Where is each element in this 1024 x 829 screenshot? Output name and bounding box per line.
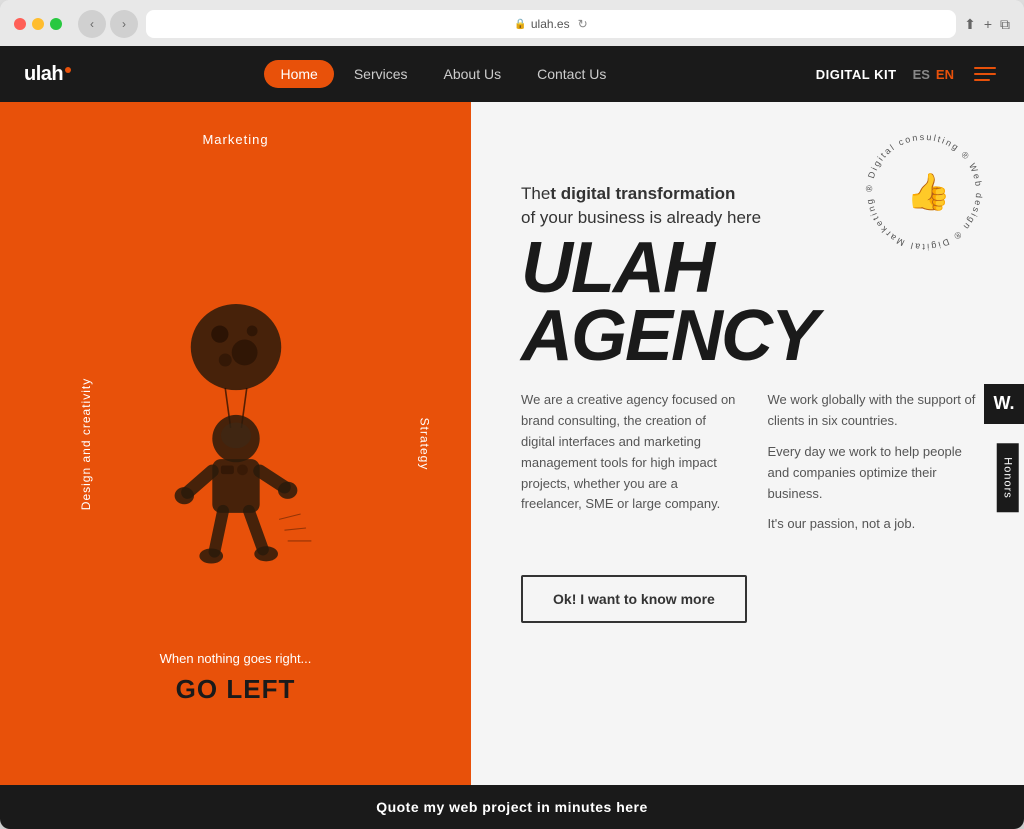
go-left-text: GO LEFT xyxy=(160,674,312,705)
browser-dots xyxy=(14,18,62,30)
nav-about[interactable]: About Us xyxy=(428,60,518,88)
desc-text-2a: We work globally with the support of cli… xyxy=(768,390,984,432)
hamburger-line-3 xyxy=(974,79,990,81)
address-bar[interactable]: 🔒 ulah.es ↻ xyxy=(146,10,956,38)
digital-kit-label[interactable]: DIGITAL KIT xyxy=(816,67,897,82)
lock-icon: 🔒 xyxy=(514,19,526,30)
w-badge[interactable]: W. xyxy=(984,384,1024,424)
logo-text: ulah xyxy=(24,63,63,86)
logo-dot xyxy=(65,67,71,73)
strategy-text: Strategy xyxy=(418,417,432,470)
astronaut-illustration xyxy=(126,304,346,584)
hero-description: We are a creative agency focused on bran… xyxy=(521,390,984,535)
website: ulah Home Services About Us Contact Us D… xyxy=(0,46,1024,829)
honors-label: Honors xyxy=(1001,457,1013,498)
nav-right: DIGITAL KIT ES EN xyxy=(816,63,1000,85)
nav-links: Home Services About Us Contact Us xyxy=(264,60,622,88)
cta-button[interactable]: Ok! I want to know more xyxy=(521,575,747,623)
hero-subtitle-bold: t digital transformation xyxy=(550,184,735,203)
navbar: ulah Home Services About Us Contact Us D… xyxy=(0,46,1024,102)
thumbs-up-icon: 👍 xyxy=(906,171,951,212)
new-tab-button[interactable]: + xyxy=(984,16,992,32)
desc-col-1: We are a creative agency focused on bran… xyxy=(521,390,737,535)
desc-text-2c: It's our passion, not a job. xyxy=(768,514,984,535)
logo[interactable]: ulah xyxy=(24,63,71,86)
circular-text-svg: ® Digital consulting ® Web design ® Digi… xyxy=(854,122,994,262)
nav-services[interactable]: Services xyxy=(338,60,424,88)
share-button[interactable]: ⬆ xyxy=(964,16,976,33)
tagline-text: When nothing goes right... xyxy=(160,651,312,666)
desc-text-2b: Every day we work to help people and com… xyxy=(768,442,984,504)
marketing-text: Marketing xyxy=(202,132,268,147)
hamburger-menu[interactable] xyxy=(970,63,1000,85)
hamburger-line-1 xyxy=(974,67,996,69)
lang-en[interactable]: EN xyxy=(936,67,954,82)
footer-bar[interactable]: Quote my web project in minutes here xyxy=(0,785,1024,829)
right-panel: ® Digital consulting ® Web design ® Digi… xyxy=(471,102,1024,785)
copy-button[interactable]: ⧉ xyxy=(1000,16,1010,33)
close-dot[interactable] xyxy=(14,18,26,30)
honors-tab[interactable]: Honors xyxy=(996,443,1018,512)
nav-contact[interactable]: Contact Us xyxy=(521,60,622,88)
lang-switcher: ES EN xyxy=(913,67,954,82)
desc-col-2: We work globally with the support of cli… xyxy=(768,390,984,535)
hamburger-line-2 xyxy=(974,73,996,75)
hero-title-line2: AGENCY xyxy=(521,302,984,370)
minimize-dot[interactable] xyxy=(32,18,44,30)
design-creativity-text: Design and creativity xyxy=(79,377,93,509)
astronaut-svg xyxy=(126,304,346,584)
circular-badge: ® Digital consulting ® Web design ® Digi… xyxy=(854,122,994,262)
hero-subtitle-line2: of your business is already here xyxy=(521,208,761,227)
footer-text: Quote my web project in minutes here xyxy=(376,799,648,815)
browser-chrome: ‹ › 🔒 ulah.es ↻ ⬆ + ⧉ xyxy=(0,0,1024,46)
refresh-icon[interactable]: ↻ xyxy=(578,17,588,31)
forward-button[interactable]: › xyxy=(110,10,138,38)
main-content: Design and creativity Marketing Strategy xyxy=(0,102,1024,785)
back-button[interactable]: ‹ xyxy=(78,10,106,38)
w-label: W. xyxy=(993,393,1014,414)
nav-home[interactable]: Home xyxy=(264,60,333,88)
browser-actions: ⬆ + ⧉ xyxy=(964,16,1010,33)
url-text: ulah.es xyxy=(531,17,570,31)
desc-text-1: We are a creative agency focused on bran… xyxy=(521,390,737,515)
lang-es[interactable]: ES xyxy=(913,67,930,82)
maximize-dot[interactable] xyxy=(50,18,62,30)
hero-subtitle-normal: The xyxy=(521,184,550,203)
browser-window: ‹ › 🔒 ulah.es ↻ ⬆ + ⧉ ulah Home xyxy=(0,0,1024,829)
bottom-section: When nothing goes right... GO LEFT xyxy=(160,651,312,705)
left-panel: Design and creativity Marketing Strategy xyxy=(0,102,471,785)
